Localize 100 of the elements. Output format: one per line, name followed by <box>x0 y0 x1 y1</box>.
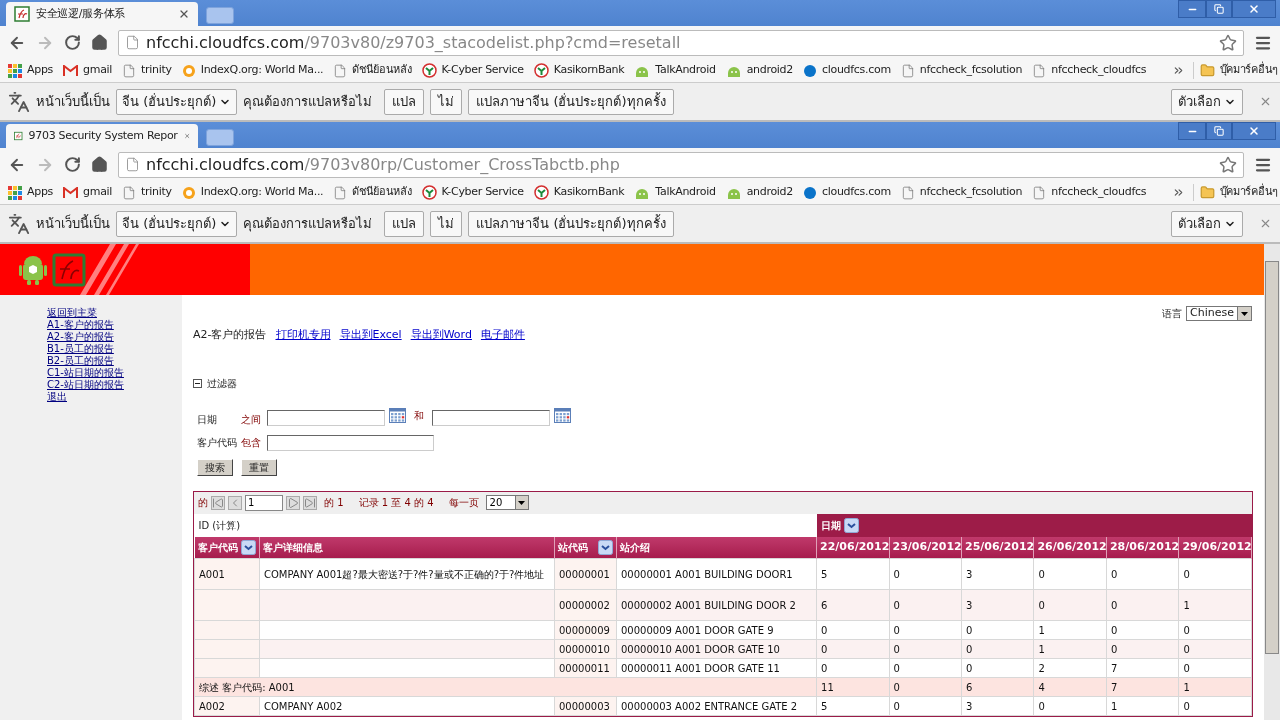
address-bar[interactable]: nfcchi.cloudfcs.com/9703v80/z9703_stacodelist.php?cmd=resetall <box>118 29 1244 56</box>
close-window-button[interactable] <box>1232 122 1276 140</box>
next-page-icon[interactable] <box>286 495 300 510</box>
sidebar-link[interactable]: 返回到主菜 <box>47 307 97 319</box>
column-header: 29/06/2012 <box>1178 536 1252 559</box>
bookmark[interactable]: android2 <box>725 62 793 79</box>
bookmark[interactable]: nfccheck_cloudfcs <box>1032 62 1147 79</box>
language-dropdown[interactable]: จีน (ฮั่นประยุกต์) <box>116 210 238 237</box>
last-page-icon[interactable] <box>303 495 317 510</box>
bookmark[interactable]: nfccheck_fcsolution <box>900 62 1023 79</box>
scrollbar[interactable] <box>1264 244 1280 720</box>
sidebar-link[interactable]: B1-员工的报告 <box>47 343 114 355</box>
options-button[interactable]: ตัวเลือก <box>1171 88 1243 115</box>
logo-icon <box>52 252 86 287</box>
reload-icon[interactable] <box>64 156 81 173</box>
restore-icon <box>1214 126 1224 136</box>
sidebar-link[interactable]: C1-站日期的报告 <box>47 367 124 379</box>
bookmark[interactable]: Apps <box>8 184 54 201</box>
bookmark[interactable]: trinity <box>122 184 172 201</box>
reset-button[interactable]: 重置 <box>241 458 277 476</box>
bookmark[interactable]: KasikornBank <box>533 62 625 79</box>
other-bookmarks[interactable]: บุ๊คมาร์คอื่นๆ <box>1192 184 1278 201</box>
customer-code-field[interactable] <box>267 434 434 451</box>
options-button[interactable]: ตัวเลือก <box>1171 210 1243 237</box>
close-icon[interactable] <box>1259 95 1272 108</box>
language-dropdown[interactable]: จีน (ฮั่นประยุกต์) <box>116 88 238 115</box>
close-window-button[interactable] <box>1232 0 1276 18</box>
sidebar-link[interactable]: A2-客户的报告 <box>47 331 114 343</box>
sidebar-link[interactable]: 退出 <box>47 391 67 403</box>
bookmark[interactable]: IndexQ.org: World Ma... <box>181 184 324 201</box>
column-header: 客户详细信息 <box>259 536 555 559</box>
bookmark[interactable]: trinity <box>122 62 172 79</box>
per-page-label: 每一页 <box>448 496 479 510</box>
page-field[interactable]: 1 <box>245 494 283 511</box>
report-link[interactable]: 电子邮件 <box>480 327 525 344</box>
page-icon <box>1032 63 1047 78</box>
scrollbar-thumb[interactable] <box>1265 261 1279 654</box>
report-link[interactable]: 打印机专用 <box>275 327 331 344</box>
table-cell: 0 <box>1033 696 1107 716</box>
bookmark[interactable]: gmail <box>63 184 113 201</box>
customer-code-label: 客户代码 <box>197 436 237 450</box>
per-page-select[interactable]: 20 <box>485 495 529 510</box>
end-date-field[interactable] <box>432 409 550 426</box>
bookmark[interactable]: TalkAndroid <box>634 184 716 201</box>
translate-button[interactable]: ไม่ <box>430 88 463 115</box>
and-label: 和 <box>414 408 424 423</box>
bookmark[interactable]: nfccheck_fcsolution <box>900 184 1023 201</box>
table-cell: 0 <box>1178 558 1252 590</box>
restore-button[interactable] <box>1206 0 1232 18</box>
bookmark[interactable]: ดัชนีย้อนหลัง <box>333 62 412 79</box>
bookmark[interactable]: KasikornBank <box>533 184 625 201</box>
bookmark[interactable]: IndexQ.org: World Ma... <box>181 62 324 79</box>
home-icon[interactable] <box>91 156 108 173</box>
first-page-icon[interactable] <box>211 495 225 510</box>
translate-button[interactable]: แปล <box>384 210 425 237</box>
reload-icon[interactable] <box>64 34 81 51</box>
restore-button[interactable] <box>1206 122 1232 140</box>
table-cell: 00000003 A002 ENTRANCE GATE 2 <box>616 696 817 716</box>
table-cell: 3 <box>961 558 1034 590</box>
collapse-icon[interactable] <box>193 378 202 388</box>
close-icon[interactable] <box>1259 217 1272 230</box>
browser-tab[interactable]: 9703 Security System Repor <box>6 124 198 148</box>
bookmark[interactable]: K-Cyber Service <box>421 62 524 79</box>
bookmark[interactable]: cloudfcs.com <box>803 184 891 201</box>
table-cell: 6 <box>816 589 889 621</box>
calendar-icon[interactable] <box>389 407 406 423</box>
report-link[interactable]: 导出到Excel <box>339 327 402 344</box>
start-date-field[interactable] <box>267 409 385 426</box>
bookmark[interactable]: Apps <box>8 62 54 79</box>
bookmark[interactable]: gmail <box>63 62 113 79</box>
bookmark[interactable]: nfccheck_cloudfcs <box>1032 184 1147 201</box>
bookmark[interactable]: cloudfcs.com <box>803 62 891 79</box>
bookmark[interactable]: K-Cyber Service <box>421 184 524 201</box>
url-text: nfcchi.cloudfcs.com/9703v80/z9703_stacodelist.php?cmd=resetall <box>146 31 682 54</box>
close-icon[interactable] <box>178 8 190 20</box>
address-bar[interactable]: nfcchi.cloudfcs.com/9703v80rp/Customer_CrossTabctb.php <box>118 151 1244 178</box>
star-icon[interactable] <box>1219 155 1237 174</box>
sidebar-link[interactable]: C2-站日期的报告 <box>47 379 124 391</box>
search-button[interactable]: 搜索 <box>197 458 233 476</box>
minimize-button[interactable] <box>1178 122 1206 140</box>
envelope-icon <box>63 186 79 199</box>
bookmark[interactable]: android2 <box>725 184 793 201</box>
browser-tab[interactable]: 安全巡逻/服务体系 <box>6 2 198 26</box>
bookmark[interactable]: ดัชนีย้อนหลัง <box>333 184 412 201</box>
translate-button[interactable]: แปลภาษาจีน (ฮั่นประยุกต์)ทุกครั้ง <box>468 88 674 115</box>
sidebar-link[interactable]: A1-客户的报告 <box>47 319 114 331</box>
translate-button[interactable]: แปลภาษาจีน (ฮั่นประยุกต์)ทุกครั้ง <box>468 210 674 237</box>
bookmark[interactable]: TalkAndroid <box>634 62 716 79</box>
calendar-icon[interactable] <box>554 407 571 423</box>
pager-label: 的 <box>198 496 208 510</box>
home-icon[interactable] <box>91 34 108 51</box>
report-link[interactable]: 导出到Word <box>410 327 472 344</box>
translate-button[interactable]: ไม่ <box>430 210 463 237</box>
other-bookmarks[interactable]: บุ๊คมาร์คอื่นๆ <box>1192 62 1278 79</box>
star-icon[interactable] <box>1219 33 1237 52</box>
minimize-button[interactable] <box>1178 0 1206 18</box>
page-icon <box>125 157 140 172</box>
sidebar-link[interactable]: B2-员工的报告 <box>47 355 114 367</box>
language-select[interactable]: Chinese <box>1186 306 1252 321</box>
translate-button[interactable]: แปล <box>384 88 425 115</box>
